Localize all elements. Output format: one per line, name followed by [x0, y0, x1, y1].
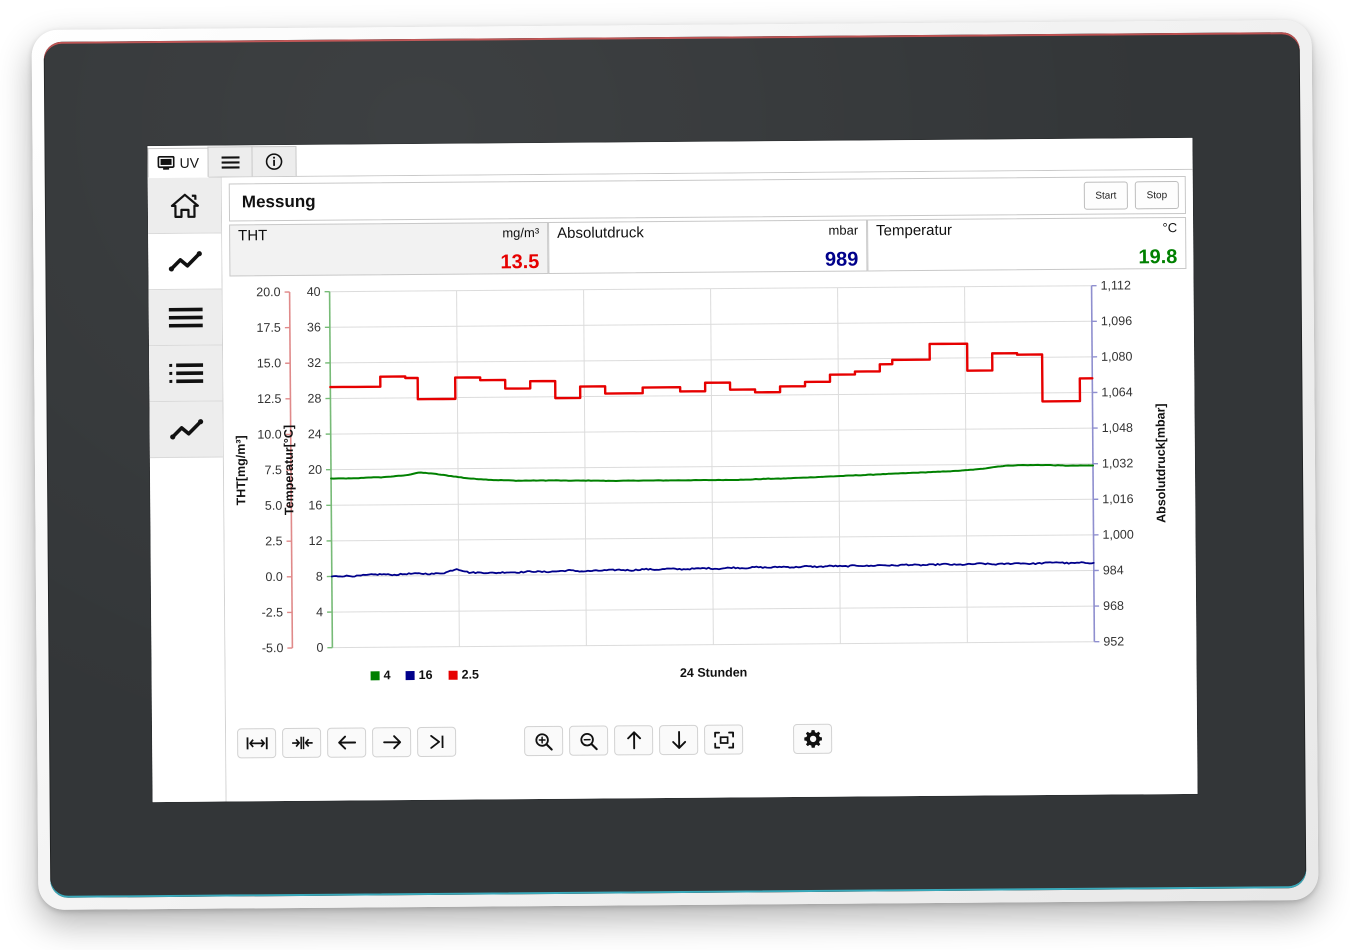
svg-text:16: 16	[419, 668, 433, 682]
value-card-unit: mbar	[828, 222, 859, 238]
main-panel: Messung Start Stop THT mg/m³ 13.5 Absolu…	[221, 169, 1198, 803]
home-icon	[169, 191, 199, 219]
sidebar	[147, 177, 227, 803]
chart-toolbar	[233, 713, 1190, 767]
value-card-name: Temperatur	[876, 221, 953, 240]
svg-text:968: 968	[1103, 599, 1124, 613]
value-card-value: 13.5	[500, 251, 540, 274]
chart-line-icon	[169, 417, 203, 441]
svg-text:-5.0: -5.0	[262, 641, 284, 655]
scroll-down-button[interactable]	[659, 724, 699, 756]
value-card-absolutdruck: Absolutdruck mbar 989	[548, 219, 868, 274]
svg-text:1,048: 1,048	[1102, 421, 1133, 435]
svg-text:0: 0	[316, 641, 323, 655]
value-card-value: 989	[824, 248, 859, 271]
tab-uv[interactable]: UV	[147, 147, 210, 179]
svg-text:40: 40	[307, 285, 321, 299]
value-card-name: Absolutdruck	[557, 224, 644, 242]
svg-text:20.0: 20.0	[256, 285, 280, 299]
svg-text:0.0: 0.0	[265, 570, 283, 584]
fit-all-button[interactable]	[704, 724, 744, 755]
value-card-value: 19.8	[1138, 246, 1178, 269]
svg-text:5.0: 5.0	[265, 499, 283, 513]
info-circle-icon	[266, 153, 283, 170]
svg-text:36: 36	[307, 320, 321, 334]
scroll-left-button[interactable]	[327, 727, 367, 758]
svg-text:17.5: 17.5	[256, 321, 280, 335]
svg-text:24: 24	[308, 427, 322, 441]
svg-text:15.0: 15.0	[257, 356, 281, 370]
app-body: Messung Start Stop THT mg/m³ 13.5 Absolu…	[147, 169, 1198, 803]
svg-text:THT[mg/m³]: THT[mg/m³]	[234, 435, 249, 505]
page-title: Messung	[241, 191, 316, 212]
svg-text:-2.5: -2.5	[262, 605, 284, 619]
device-screen: UV Messung Start Stop THT mg/m³ 13.5 Abs…	[147, 137, 1198, 803]
svg-text:1,016: 1,016	[1102, 492, 1133, 506]
svg-text:4: 4	[316, 605, 323, 619]
sidebar-item-list[interactable]	[149, 345, 223, 403]
tab-menu[interactable]	[207, 146, 254, 177]
svg-text:2.5: 2.5	[462, 668, 480, 682]
svg-text:24 Stunden: 24 Stunden	[680, 665, 747, 680]
start-button[interactable]: Start	[1083, 181, 1128, 210]
goto-end-button[interactable]	[417, 726, 457, 758]
value-card-name: THT	[238, 227, 268, 245]
scroll-up-button[interactable]	[614, 725, 654, 756]
svg-text:952: 952	[1103, 634, 1124, 648]
monitor-icon	[157, 155, 175, 170]
fit-horizontal-button[interactable]	[237, 728, 277, 759]
svg-text:7.5: 7.5	[265, 463, 283, 477]
sidebar-item-home[interactable]	[147, 177, 222, 235]
zoom-in-button[interactable]	[524, 725, 564, 757]
svg-text:4: 4	[384, 668, 391, 682]
svg-text:Absolutdruck[mbar]: Absolutdruck[mbar]	[1153, 403, 1168, 523]
trend-chart[interactable]: 20.0 17.5 15.0 12.5 10.0 7.5 5.0 2.5 0.0 -2.5 -5.0…	[229, 273, 1189, 721]
value-card-unit: °C	[1162, 220, 1178, 236]
svg-text:16: 16	[308, 498, 322, 512]
svg-text:12: 12	[309, 534, 323, 548]
tab-info[interactable]	[251, 145, 298, 177]
sidebar-item-menu[interactable]	[148, 289, 223, 347]
value-row: THT mg/m³ 13.5 Absolutdruck mbar 989 Tem…	[229, 216, 1187, 277]
svg-text:2.5: 2.5	[265, 534, 283, 548]
svg-text:984: 984	[1103, 563, 1124, 577]
svg-text:1,064: 1,064	[1101, 385, 1132, 399]
svg-text:1,080: 1,080	[1101, 350, 1132, 364]
scroll-right-button[interactable]	[372, 727, 412, 758]
svg-text:1,112: 1,112	[1101, 278, 1132, 292]
value-card-unit: mg/m³	[502, 225, 540, 241]
settings-gear-button[interactable]	[792, 723, 833, 755]
tab-uv-label: UV	[179, 154, 200, 171]
sidebar-item-trend[interactable]	[148, 233, 222, 291]
value-card-temperatur: Temperatur °C 19.8	[867, 216, 1187, 272]
svg-text:10.0: 10.0	[257, 427, 281, 441]
svg-text:12.5: 12.5	[257, 392, 281, 406]
svg-text:1,000: 1,000	[1102, 528, 1133, 542]
svg-text:1,032: 1,032	[1102, 456, 1133, 470]
svg-text:Temperatur[°C]: Temperatur[°C]	[282, 425, 297, 515]
svg-text:28: 28	[307, 392, 321, 406]
measurement-titlebar: Messung Start Stop	[228, 175, 1187, 222]
zoom-out-button[interactable]	[569, 725, 609, 756]
stop-button[interactable]: Stop	[1134, 181, 1179, 210]
trend-chart-svg[interactable]: 20.0 17.5 15.0 12.5 10.0 7.5 5.0 2.5 0.0 -2.5 -5.0…	[229, 273, 1182, 718]
svg-text:32: 32	[307, 356, 321, 370]
chart-line-icon	[168, 249, 202, 273]
value-card-tht: THT mg/m³ 13.5	[229, 221, 549, 277]
sidebar-item-graph[interactable]	[149, 401, 223, 459]
hamburger-icon	[168, 306, 203, 328]
svg-text:1,096: 1,096	[1101, 314, 1132, 328]
hamburger-icon	[221, 155, 240, 169]
split-center-button[interactable]	[282, 727, 322, 759]
list-icon	[168, 362, 203, 384]
svg-text:8: 8	[316, 570, 323, 584]
svg-text:20: 20	[308, 463, 322, 477]
